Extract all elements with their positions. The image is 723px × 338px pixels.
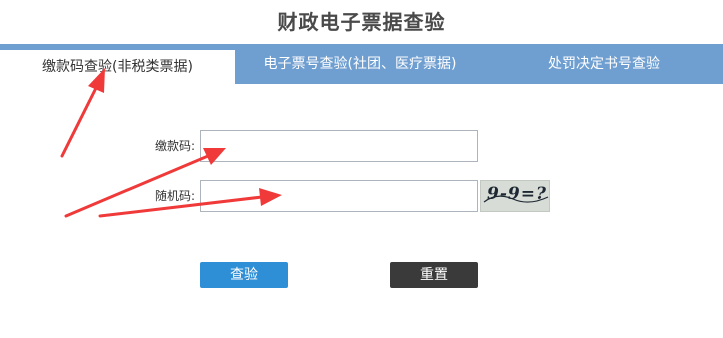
page: 财政电子票据查验 缴款码查验(非税类票据) 电子票号查验(社团、医疗票据) 处罚… [0, 0, 723, 338]
tab-payment-code-verify[interactable]: 缴款码查验(非税类票据) [0, 50, 235, 84]
tab-bar: 缴款码查验(非税类票据) 电子票号查验(社团、医疗票据) 处罚决定书号查验 [0, 44, 723, 84]
random-code-input[interactable] [200, 180, 478, 212]
annotation-arrow-tab [60, 82, 100, 158]
tab-ticket-number-verify[interactable]: 电子票号查验(社团、医疗票据) [235, 44, 485, 84]
payment-code-label: 缴款码: [154, 139, 195, 153]
payment-code-input[interactable] [200, 130, 478, 162]
page-title: 财政电子票据查验 [277, 10, 446, 34]
random-code-label: 随机码: [154, 189, 195, 203]
tab-penalty-decision-verify[interactable]: 处罚决定书号查验 [485, 44, 723, 84]
captcha-image[interactable]: 9-9=? [480, 180, 550, 212]
captcha-noise-line [483, 195, 549, 203]
reset-button[interactable]: 重置 [390, 262, 478, 288]
query-button[interactable]: 查验 [200, 262, 288, 288]
